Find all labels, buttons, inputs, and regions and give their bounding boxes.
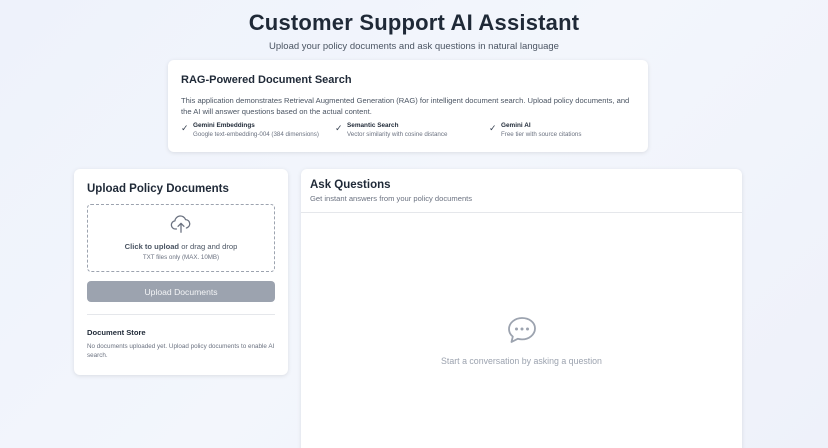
feature-item-embeddings: ✓ Gemini Embeddings Google text-embeddin… [181,122,319,138]
feature-name: Gemini Embeddings [193,122,255,129]
chat-card: Ask Questions Get instant answers from y… [301,169,742,448]
feature-list: ✓ Gemini Embeddings Google text-embeddin… [181,122,636,142]
check-icon: ✓ [181,123,189,133]
dropzone-rest: or drag and drop [179,242,238,251]
upload-documents-button[interactable]: Upload Documents [87,281,275,302]
check-icon: ✓ [335,123,343,133]
document-store-status: No documents uploaded yet. Upload policy… [87,343,275,359]
info-title: RAG-Powered Document Search [181,74,352,86]
page-header: Customer Support AI Assistant Upload you… [0,10,828,52]
upload-card: Upload Policy Documents Click to upload … [74,169,288,375]
chat-subtitle: Get instant answers from your policy doc… [310,194,473,203]
dropzone-hint: TXT files only (MAX. 10MB) [142,254,220,261]
feature-name: Gemini AI [501,122,531,129]
divider [87,314,275,315]
info-description: This application demonstrates Retrieval … [181,96,630,116]
chat-title: Ask Questions [310,179,391,191]
upload-title: Upload Policy Documents [87,183,229,195]
feature-item-gemini-ai: ✓ Gemini AI Free tier with source citati… [489,122,581,138]
rag-info-card: RAG-Powered Document Search This applica… [168,60,648,152]
file-dropzone[interactable]: Click to upload or drag and drop TXT fil… [87,204,275,272]
feature-name: Semantic Search [347,122,399,129]
chat-empty-text: Start a conversation by asking a questio… [441,356,602,366]
feature-item-semantic-search: ✓ Semantic Search Vector similarity with… [335,122,447,138]
check-icon: ✓ [489,123,497,133]
cloud-upload-icon [170,215,191,233]
page-subtitle: Upload your policy documents and ask que… [269,41,559,52]
dropzone-text: Click to upload or drag and drop [88,242,274,251]
document-store-title: Document Store [87,328,146,337]
chat-empty-state: Start a conversation by asking a questio… [301,316,742,366]
dropzone-action: Click to upload [124,242,180,251]
feature-description: Google text-embedding-004 (384 dimension… [193,131,319,138]
feature-description: Vector similarity with cosine distance [347,131,448,138]
feature-description: Free tier with source citations [501,131,582,138]
chat-bubble-icon [507,317,536,343]
chat-header: Ask Questions Get instant answers from y… [301,169,742,213]
page-title: Customer Support AI Assistant [248,10,580,35]
